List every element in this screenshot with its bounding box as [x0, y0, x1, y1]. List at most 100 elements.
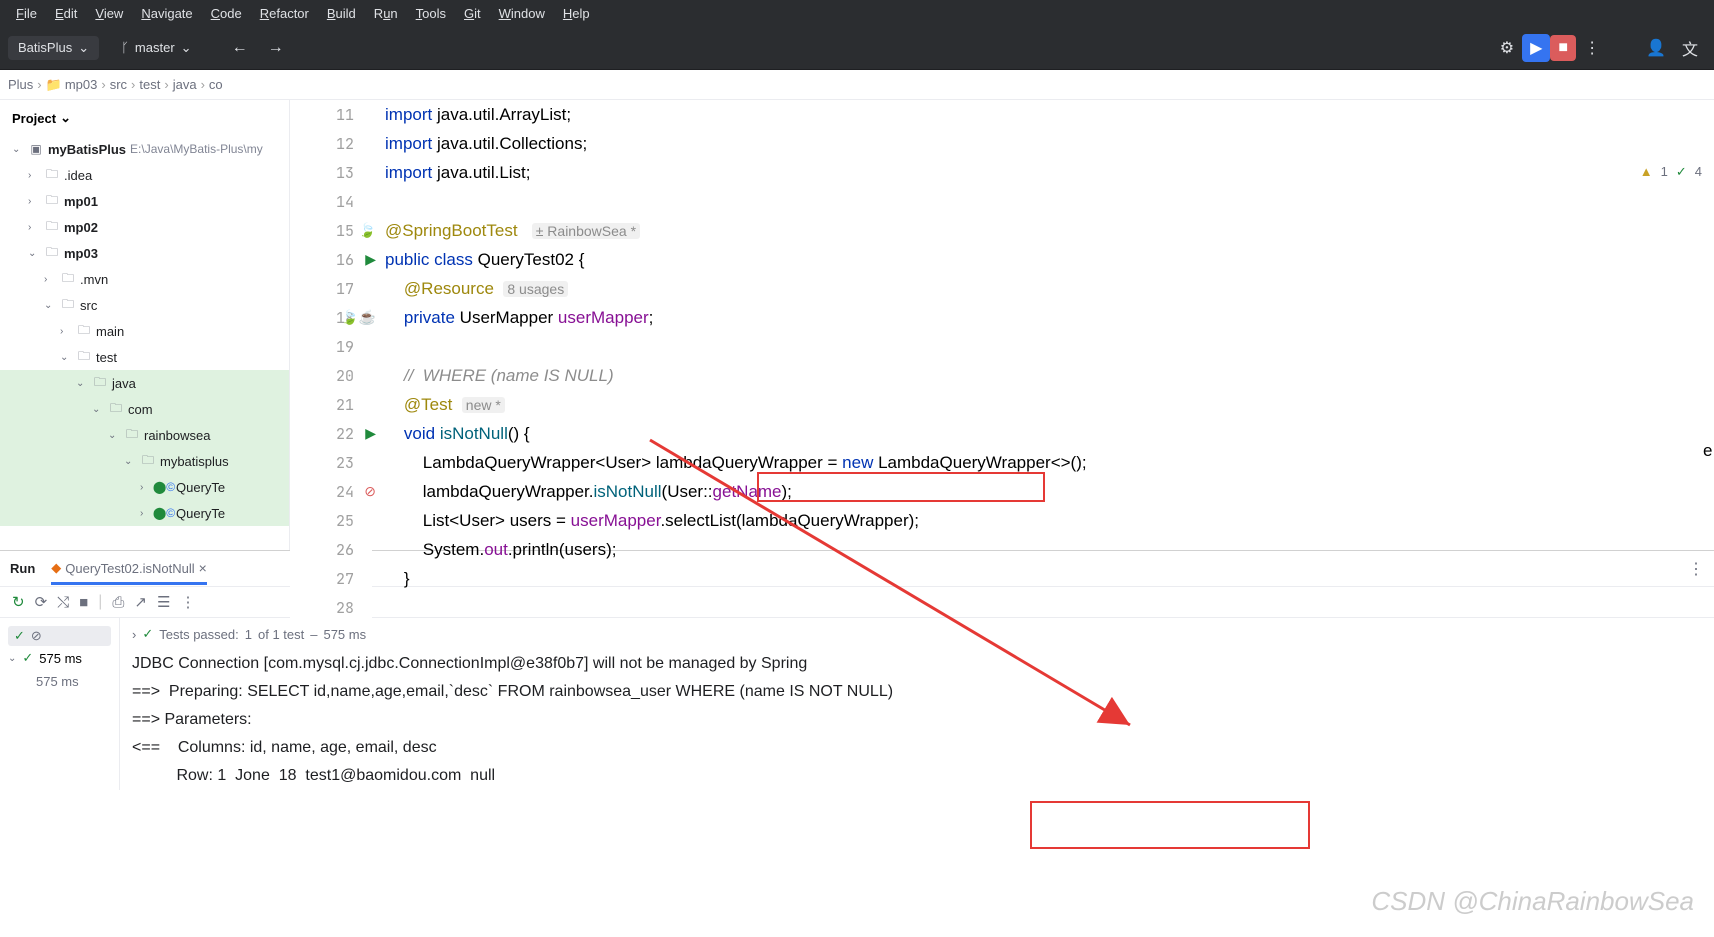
gutter-line[interactable]: 11 [290, 100, 372, 129]
gutter-line[interactable]: 25 [290, 506, 372, 535]
settings-icon[interactable]: ☰ [157, 593, 170, 611]
tree-item[interactable]: ›🗀main [0, 318, 289, 344]
code-line[interactable]: lambdaQueryWrapper.isNotNull(User::getNa… [385, 477, 1714, 506]
sidebar-title[interactable]: Project ⌄ [0, 100, 289, 136]
code-line[interactable] [385, 187, 1714, 216]
export-icon[interactable]: ↗ [134, 593, 147, 611]
menu-code[interactable]: Code [203, 3, 250, 24]
menu-window[interactable]: Window [491, 3, 553, 24]
tree-item[interactable]: ⌄🗀com [0, 396, 289, 422]
more-icon[interactable]: ⋮ [1576, 32, 1608, 64]
code-line[interactable]: System.out.println(users); [385, 535, 1714, 564]
close-tab-icon[interactable]: × [199, 560, 207, 576]
rerun-failed-icon[interactable]: ⟳ [35, 593, 48, 611]
tree-item[interactable]: ›🗀mp01 [0, 188, 289, 214]
code-line[interactable]: import java.util.Collections; [385, 129, 1714, 158]
breadcrumb-item[interactable]: java [173, 77, 197, 92]
code-line[interactable] [385, 593, 1714, 622]
translate-icon[interactable]: 文 [1674, 30, 1706, 66]
gutter-line[interactable]: 15🍃 [290, 216, 372, 245]
menu-file[interactable]: File [8, 3, 45, 24]
tree-item[interactable]: ⌄🗀src [0, 292, 289, 318]
test-time-row[interactable]: ⌄ ✓ 575 ms [8, 646, 111, 670]
gutter-line[interactable]: 17 [290, 274, 372, 303]
menu-view[interactable]: View [87, 3, 131, 24]
gutter-line[interactable]: 27 [290, 564, 372, 593]
build-icon[interactable]: ⚙ [1492, 32, 1522, 64]
more-icon[interactable]: ⋮ [180, 593, 195, 611]
menu-help[interactable]: Help [555, 3, 598, 24]
tree-item[interactable]: ›🗀.mvn [0, 266, 289, 292]
stop-icon[interactable]: ■ [79, 594, 88, 611]
warn-icon[interactable]: ⊘ [364, 483, 376, 500]
bean-icon[interactable]: 🍃☕ [341, 309, 376, 326]
breadcrumb-item[interactable]: 📁 mp03 [46, 77, 98, 93]
gutter-line[interactable]: 23 [290, 448, 372, 477]
code-line[interactable] [385, 332, 1714, 361]
menu-navigate[interactable]: Navigate [133, 3, 200, 24]
branch-selector[interactable]: ᚴ master ⌄ [111, 36, 201, 60]
breadcrumb-item[interactable]: co [209, 77, 223, 92]
tree-item[interactable]: ⌄🗀java [0, 370, 289, 396]
gutter-line[interactable]: 24⊘ [290, 477, 372, 506]
run-icon[interactable]: ▶ [365, 425, 376, 442]
menu-build[interactable]: Build [319, 3, 364, 24]
breadcrumb-item[interactable]: src [110, 77, 127, 92]
menu-refactor[interactable]: Refactor [252, 3, 317, 24]
gutter-line[interactable]: 16▶ [290, 245, 372, 274]
gutter-line[interactable]: 26 [290, 535, 372, 564]
console-output[interactable]: JDBC Connection [com.mysql.cj.jdbc.Conne… [132, 650, 1702, 790]
run-icon[interactable]: ▶ [365, 251, 376, 268]
test-pass-row[interactable]: ✓ ⊘ [8, 626, 111, 646]
user-icon[interactable]: 👤 [1638, 32, 1674, 64]
gutter-line[interactable]: 13 [290, 158, 372, 187]
gutter-line[interactable]: 18🍃☕ [290, 303, 372, 332]
screenshot-icon[interactable]: ⎙ [112, 594, 124, 611]
gutter-line[interactable]: 12 [290, 129, 372, 158]
code-line[interactable]: @Resource 8 usages [385, 274, 1714, 303]
gutter-line[interactable]: 14 [290, 187, 372, 216]
breadcrumb-item[interactable]: Plus [8, 77, 33, 92]
code-line[interactable]: } [385, 564, 1714, 593]
toggle-icon[interactable]: ⤭ [57, 594, 69, 611]
menu-run[interactable]: Run [366, 3, 406, 24]
code-line[interactable]: List<User> users = userMapper.selectList… [385, 506, 1714, 535]
gutter-line[interactable]: 22▶ [290, 419, 372, 448]
tree-item[interactable]: ⌄🗀test [0, 344, 289, 370]
nav-back-button[interactable]: ← [222, 33, 258, 63]
code-line[interactable]: private UserMapper userMapper; [385, 303, 1714, 332]
code-editor[interactable]: 1112131415🍃16▶1718🍃☕19202122▶2324⊘252627… [290, 100, 1714, 550]
tree-item[interactable]: ⌄🗀rainbowsea [0, 422, 289, 448]
code-line[interactable]: void isNotNull() { [385, 419, 1714, 448]
tree-item[interactable]: ›⬤ ©QueryTe [0, 474, 289, 500]
code-line[interactable]: import java.util.ArrayList; [385, 100, 1714, 129]
tree-item[interactable]: ›⬤ ©QueryTe [0, 500, 289, 526]
run-button[interactable]: ▶ [1522, 34, 1550, 62]
code-line[interactable]: public class QueryTest02 { [385, 245, 1714, 274]
code-line[interactable]: @SpringBootTest ± RainbowSea * [385, 216, 1714, 245]
tree-item[interactable]: ⌄🗀mp03 [0, 240, 289, 266]
run-tab-run[interactable]: Run [10, 561, 35, 576]
leaf-icon[interactable]: 🍃 [359, 222, 376, 239]
tree-item[interactable]: ›🗀mp02 [0, 214, 289, 240]
menu-edit[interactable]: Edit [47, 3, 85, 24]
breadcrumb-item[interactable]: test [139, 77, 160, 92]
gutter-line[interactable]: 21 [290, 390, 372, 419]
code-line[interactable]: import java.util.List; [385, 158, 1714, 187]
menu-tools[interactable]: Tools [408, 3, 454, 24]
gutter-line[interactable]: 20 [290, 361, 372, 390]
rerun-icon[interactable]: ↻ [12, 593, 25, 611]
run-tab-test[interactable]: ◆ QueryTest02.isNotNull × [51, 552, 207, 585]
code-line[interactable]: LambdaQueryWrapper<User> lambdaQueryWrap… [385, 448, 1714, 477]
tree-root[interactable]: ⌄ ▣ myBatisPlus E:\Java\MyBatis-Plus\my [0, 136, 289, 162]
gutter-line[interactable]: 28 [290, 593, 372, 622]
inspection-badge[interactable]: ▲1 ✓4 [1640, 164, 1702, 180]
expand-icon[interactable]: › [132, 627, 136, 642]
tree-item[interactable]: ⌄🗀mybatisplus [0, 448, 289, 474]
code-line[interactable]: @Test new * [385, 390, 1714, 419]
stop-button[interactable]: ■ [1550, 35, 1576, 61]
nav-forward-button[interactable]: → [258, 33, 294, 63]
project-selector[interactable]: BatisPlus ⌄ [8, 36, 99, 60]
menu-git[interactable]: Git [456, 3, 489, 24]
test-time-sub[interactable]: 575 ms [8, 670, 111, 693]
